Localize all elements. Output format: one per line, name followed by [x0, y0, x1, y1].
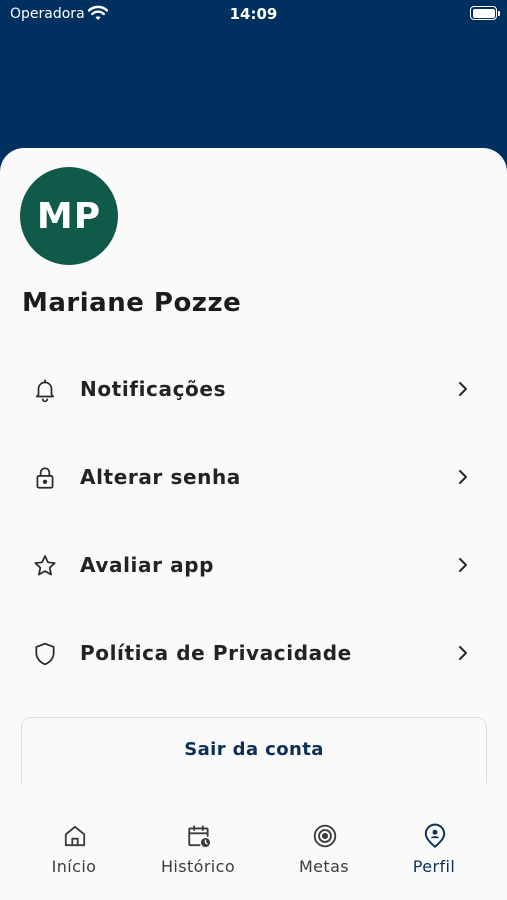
shield-icon — [32, 641, 58, 667]
menu-item-label: Política de Privacidade — [80, 641, 352, 665]
chevron-right-icon — [454, 380, 472, 398]
menu-item-label: Notificações — [80, 377, 227, 401]
home-icon — [62, 823, 88, 849]
menu-item-privacy-policy[interactable]: Política de Privacidade — [0, 623, 507, 683]
status-time: 14:09 — [229, 5, 278, 23]
logout-label: Sair da conta — [184, 739, 324, 760]
nav-item-home[interactable]: Início — [19, 823, 129, 883]
nav-label: Início — [51, 857, 97, 876]
bottom-nav: Início Histórico Metas Perfil — [0, 783, 507, 900]
menu-item-label: Avaliar app — [80, 553, 215, 577]
nav-label: Metas — [298, 857, 350, 876]
nav-item-history[interactable]: Histórico — [143, 823, 253, 883]
menu-item-label: Alterar senha — [80, 465, 241, 489]
menu-item-change-password[interactable]: Alterar senha — [0, 447, 507, 507]
chevron-right-icon — [454, 644, 472, 662]
battery-icon — [470, 6, 500, 20]
menu-item-notifications[interactable]: Notificações — [0, 359, 507, 419]
profile-pin-icon — [422, 823, 448, 849]
nav-label: Histórico — [160, 857, 236, 876]
target-icon — [312, 823, 338, 849]
status-bar: Operadora 14:09 — [0, 0, 507, 28]
nav-label: Perfil — [412, 857, 456, 876]
lock-icon — [32, 465, 58, 491]
bell-icon — [32, 377, 58, 403]
avatar[interactable]: MP — [20, 167, 118, 265]
chevron-right-icon — [454, 468, 472, 486]
calendar-clock-icon — [186, 823, 212, 849]
nav-item-profile[interactable]: Perfil — [379, 823, 489, 883]
star-icon — [32, 553, 58, 579]
chevron-right-icon — [454, 556, 472, 574]
user-name: Mariane Pozze — [22, 288, 242, 318]
menu-item-rate-app[interactable]: Avaliar app — [0, 535, 507, 595]
nav-item-goals[interactable]: Metas — [269, 823, 379, 883]
